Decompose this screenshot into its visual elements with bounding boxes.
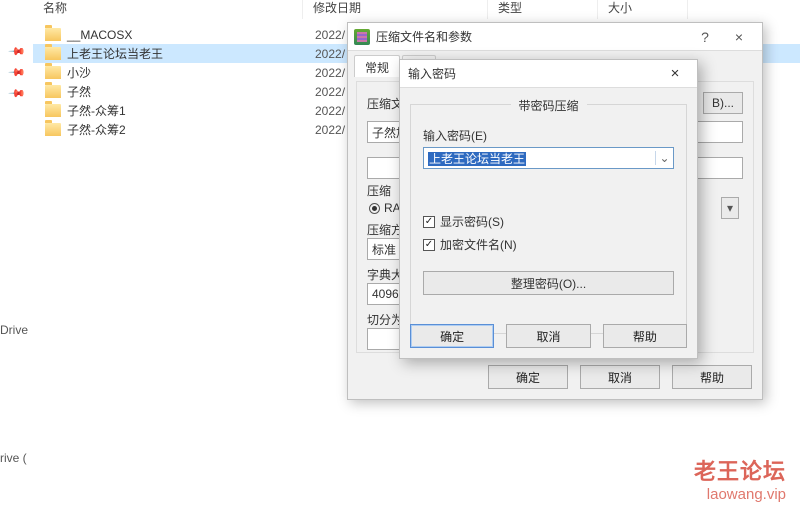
close-button[interactable]: × bbox=[722, 29, 756, 45]
password-input[interactable]: 上老王论坛当老王 ⌄ bbox=[423, 147, 674, 169]
pin-icon[interactable]: 📌 bbox=[7, 84, 26, 103]
help-button[interactable]: 帮助 bbox=[603, 324, 687, 348]
col-size[interactable]: 大小 bbox=[598, 0, 688, 19]
ok-button[interactable]: 确定 bbox=[488, 365, 568, 389]
archive-name-label: 压缩文 bbox=[367, 95, 403, 112]
folder-icon bbox=[45, 104, 61, 117]
dialog-title: 输入密码 bbox=[408, 65, 661, 82]
drive-label[interactable]: Drive bbox=[0, 323, 28, 337]
cancel-button[interactable]: 取消 bbox=[506, 324, 590, 348]
folder-icon bbox=[45, 85, 61, 98]
watermark: 老王论坛 laowang.vip bbox=[694, 454, 786, 503]
drive-label[interactable]: rive ( bbox=[0, 451, 27, 465]
folder-icon bbox=[45, 66, 61, 79]
help-button[interactable]: 帮助 bbox=[672, 365, 752, 389]
show-password-checkbox[interactable]: ✓ 显示密码(S) bbox=[423, 213, 674, 230]
col-date[interactable]: 修改日期 bbox=[303, 0, 488, 19]
encrypt-names-checkbox[interactable]: ✓ 加密文件名(N) bbox=[423, 236, 674, 253]
dialog-buttons: 确定 取消 帮助 bbox=[410, 324, 687, 348]
col-type[interactable]: 类型 bbox=[488, 0, 598, 19]
titlebar[interactable]: 压缩文件名和参数 ? × bbox=[348, 23, 762, 51]
winrar-icon bbox=[354, 29, 370, 45]
organize-passwords-button[interactable]: 整理密码(O)... bbox=[423, 271, 674, 295]
folder-icon bbox=[45, 123, 61, 136]
tab-general[interactable]: 常规 bbox=[354, 55, 400, 77]
dropdown-caret-icon[interactable]: ⌄ bbox=[655, 151, 673, 165]
folder-icon bbox=[45, 28, 61, 41]
column-headers: 名称 修改日期 类型 大小 bbox=[33, 0, 800, 19]
dropdown-caret-icon[interactable]: ▾ bbox=[721, 197, 739, 219]
col-name[interactable]: 名称 bbox=[33, 0, 303, 19]
group-title: 带密码压缩 bbox=[510, 97, 586, 114]
pin-icon[interactable]: 📌 bbox=[7, 63, 26, 82]
browse-button[interactable]: B)... bbox=[703, 92, 743, 114]
ok-button[interactable]: 确定 bbox=[410, 324, 494, 348]
help-button[interactable]: ? bbox=[688, 29, 722, 45]
checkbox-icon: ✓ bbox=[423, 239, 435, 251]
dialog-title: 压缩文件名和参数 bbox=[376, 28, 688, 45]
cancel-button[interactable]: 取消 bbox=[580, 365, 660, 389]
checkbox-icon: ✓ bbox=[423, 216, 435, 228]
password-group: 带密码压缩 输入密码(E) 上老王论坛当老王 ⌄ ✓ 显示密码(S) ✓ 加密文… bbox=[410, 104, 687, 334]
enter-password-dialog: 输入密码 × 带密码压缩 输入密码(E) 上老王论坛当老王 ⌄ ✓ 显示密码(S… bbox=[399, 59, 698, 359]
folder-icon bbox=[45, 47, 61, 60]
pin-icon[interactable]: 📌 bbox=[7, 42, 26, 61]
password-label: 输入密码(E) bbox=[423, 127, 674, 144]
close-button[interactable]: × bbox=[661, 65, 689, 82]
password-value: 上老王论坛当老王 bbox=[424, 150, 655, 167]
explorer-sidebar: 📌 📌 📌 bbox=[0, 0, 33, 365]
dialog-buttons: 确定 取消 帮助 bbox=[488, 365, 752, 389]
titlebar[interactable]: 输入密码 × bbox=[400, 60, 697, 88]
